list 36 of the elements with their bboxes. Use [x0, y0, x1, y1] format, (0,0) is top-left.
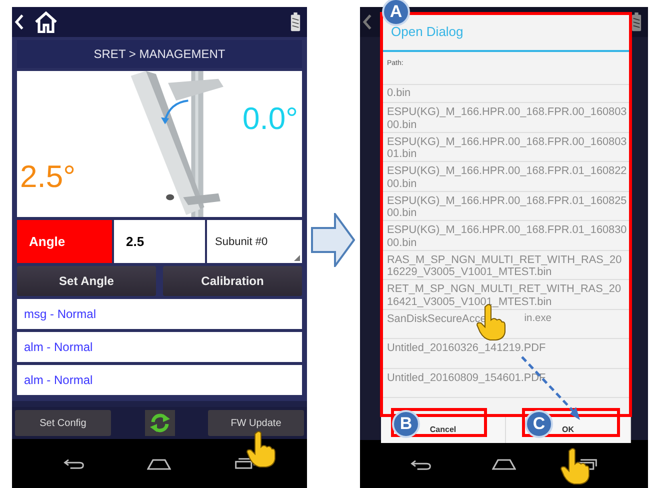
subunit-dropdown[interactable]: Subunit #0 — [207, 220, 302, 263]
file-item[interactable]: RAS_M_SP_NGN_MULTI_RET_WITH_RAS_2016229_V3005_V1001_MTEST.bin — [387, 254, 627, 278]
file-item[interactable]: ESPU(KG)_M_166.HPR.00_168.FPR.01_16082500.bin — [387, 194, 627, 220]
target-angle: 0.0° — [242, 101, 298, 137]
file-item[interactable]: 0.bin — [387, 87, 411, 100]
hand-cursor-icon — [246, 430, 276, 468]
back-icon[interactable] — [410, 458, 432, 470]
back-icon — [362, 13, 372, 31]
screen-title: SRET > MANAGEMENT — [17, 40, 302, 68]
file-item[interactable]: Untitled_20160809_154601.PDF — [387, 372, 546, 384]
file-item[interactable]: SanDiskSecureAcce — [387, 312, 486, 325]
file-item-tail: in.exe — [524, 312, 552, 325]
back-icon[interactable] — [63, 458, 86, 469]
file-item[interactable]: RET_M_SP_NGN_MULTI_RET_WITH_RAS_2016421_V3005_V1001_MTEST.bin — [387, 283, 627, 308]
file-item[interactable]: ESPU(KG)_M_166.HPR.00_168.FPR.01_16082200.bin — [387, 165, 627, 190]
set-config-button[interactable]: Set Config — [15, 410, 111, 436]
file-item[interactable]: ESPU(KG)_M_166.HPR.00_168.FPR.00_16080301.bin — [387, 136, 627, 160]
file-item[interactable]: ESPU(KG)_M_166.HPR.00_168.FPR.01_16083000.bin — [387, 224, 627, 249]
hand-cursor-icon — [560, 447, 590, 485]
battery-icon — [290, 12, 301, 32]
home-icon[interactable] — [492, 458, 516, 470]
angle-label: Angle — [17, 220, 112, 263]
current-angle: 2.5° — [20, 159, 76, 195]
status-row: msg - Normal — [17, 299, 302, 329]
status-row: alm - Normal — [17, 332, 302, 362]
status-row: alm - Normal — [17, 365, 302, 395]
fw-update-button[interactable]: FW Update — [208, 410, 304, 436]
calibration-button[interactable]: Calibration — [163, 266, 302, 296]
set-angle-button[interactable]: Set Angle — [17, 266, 156, 296]
file-item[interactable]: Untitled_20160326_141219.PDF — [387, 342, 546, 354]
recent-apps-icon[interactable] — [234, 458, 256, 469]
angle-input-field[interactable]: 2.5 — [114, 220, 205, 263]
refresh-icon[interactable] — [144, 410, 174, 436]
file-item[interactable]: ESPU(KG)_M_166.HPR.00_168.FPR.00_16080300.bin — [387, 106, 627, 131]
home-icon[interactable] — [147, 458, 172, 470]
right-arrow-icon — [311, 213, 355, 267]
